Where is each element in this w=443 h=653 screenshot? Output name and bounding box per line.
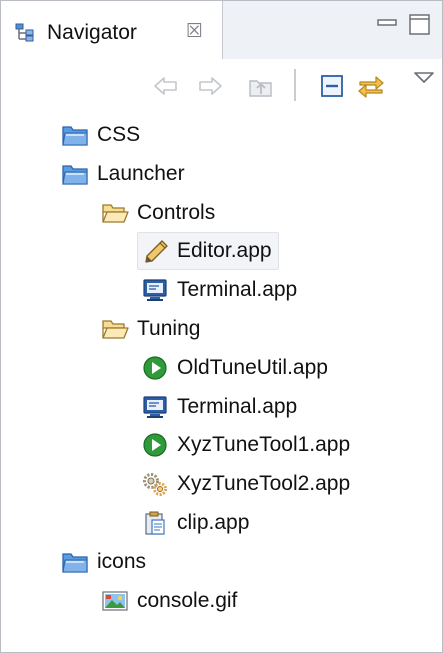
pencil-icon <box>141 238 169 264</box>
monitor-icon <box>141 277 169 303</box>
collapse-all-icon[interactable] <box>317 71 347 101</box>
project-folder-icon <box>61 161 89 187</box>
view-menu-icon[interactable] <box>409 65 439 95</box>
tree-item-file[interactable]: Editor.app <box>137 232 279 271</box>
tree-item-label: console.gif <box>137 588 238 612</box>
tree-item-label: icons <box>97 549 147 573</box>
up-folder-icon[interactable] <box>246 71 276 101</box>
monitor-icon <box>141 394 169 420</box>
tree-item-label: clip.app <box>177 511 250 534</box>
tree-item-folder[interactable]: Launcher <box>61 155 185 193</box>
tree-item-label: Launcher <box>97 161 185 185</box>
project-folder-icon <box>61 549 89 575</box>
tree-item-file[interactable]: clip.app <box>141 504 249 542</box>
tree-item-file[interactable]: Terminal.app <box>141 271 297 309</box>
navigator-tree: CSS Launcher Controls Editor.app Terminal.ap… <box>1 115 442 652</box>
minimize-icon[interactable] <box>375 13 399 35</box>
tree-item-label: Terminal.app <box>177 394 298 418</box>
tree-item-file[interactable]: XyzTuneTool2.app <box>141 465 350 503</box>
close-icon[interactable]: ☒ <box>186 21 203 43</box>
tab-navigator[interactable]: Navigator ☒ <box>1 1 223 59</box>
open-folder-icon <box>101 200 129 226</box>
tree-item-label: Terminal.app <box>177 278 298 302</box>
tree-item-folder[interactable]: Controls <box>101 194 215 232</box>
tree-item-file[interactable]: OldTuneUtil.app <box>141 349 328 387</box>
image-file-icon <box>101 588 129 614</box>
back-arrow-icon[interactable] <box>151 71 181 101</box>
maximize-icon[interactable] <box>407 11 433 37</box>
tab-title: Navigator <box>47 21 137 44</box>
run-icon <box>141 432 169 458</box>
tree-item-file[interactable]: XyzTuneTool1.app <box>141 426 350 464</box>
tree-item-label: XyzTuneTool1.app <box>177 433 351 457</box>
tree-item-label: CSS <box>97 123 141 146</box>
run-icon <box>141 355 169 381</box>
clipboard-icon <box>141 510 169 536</box>
tree-item-file[interactable]: Terminal.app <box>141 388 297 426</box>
tree-item-folder[interactable]: icons <box>61 543 146 581</box>
tab-strip: Navigator ☒ <box>1 1 442 59</box>
tree-item-label: Tuning <box>137 317 201 340</box>
toolbar-separator <box>294 69 296 101</box>
project-folder-icon <box>61 122 89 148</box>
forward-arrow-icon[interactable] <box>195 71 225 101</box>
gears-icon <box>141 471 169 497</box>
link-with-editor-icon[interactable] <box>356 71 386 101</box>
tree-item-file[interactable]: console.gif <box>101 582 237 620</box>
tree-item-folder[interactable]: CSS <box>61 116 140 154</box>
navigator-icon <box>15 23 41 43</box>
toolbar <box>1 59 442 115</box>
tree-item-label: Editor.app <box>177 239 272 263</box>
navigator-view: Navigator ☒ CSS Launcher Controls Editor… <box>0 0 443 653</box>
open-folder-icon <box>101 316 129 342</box>
tree-item-label: XyzTuneTool2.app <box>177 472 351 496</box>
tree-item-label: Controls <box>137 200 216 224</box>
tree-item-folder[interactable]: Tuning <box>101 310 200 348</box>
tree-item-label: OldTuneUtil.app <box>177 355 328 379</box>
